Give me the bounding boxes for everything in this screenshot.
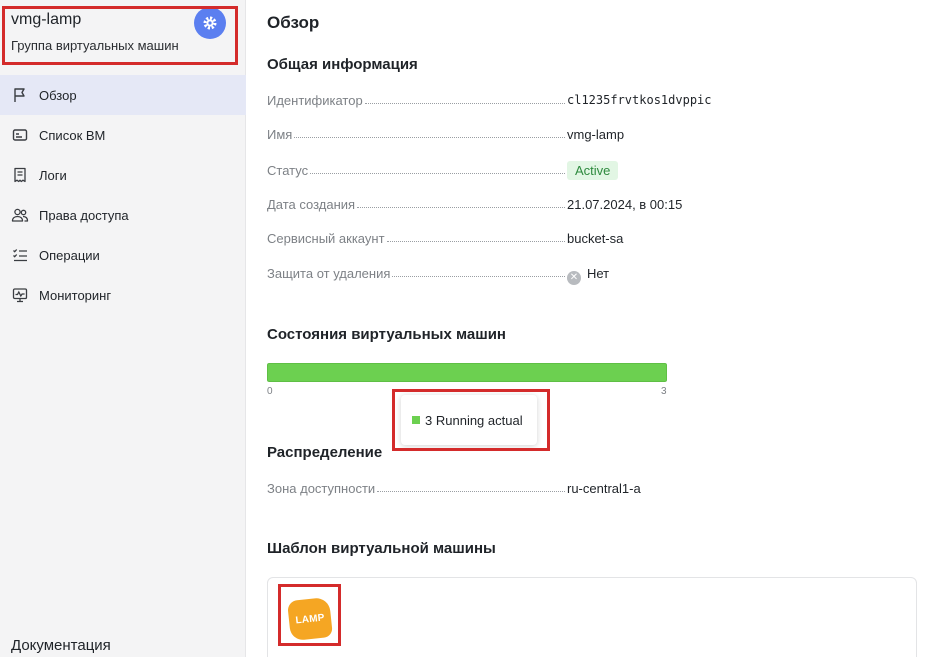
sidebar-item-label: Логи	[39, 167, 67, 183]
legend-swatch	[412, 416, 420, 424]
info-value-id: cl1235frvtkos1dvppic	[567, 93, 712, 107]
info-label: Защита от удаления	[267, 266, 391, 281]
vm-state-tooltip: 3 Running actual	[401, 395, 537, 445]
info-row-status: Статус Active	[267, 161, 727, 183]
info-label: Зона доступности	[267, 481, 376, 496]
info-value-protection: Нет	[587, 266, 610, 281]
sidebar-item-label: Права доступа	[39, 207, 129, 223]
sidebar-item-monitoring[interactable]: Мониторинг	[0, 275, 246, 315]
status-badge: Active	[567, 161, 619, 180]
resource-title: vmg-lamp	[11, 11, 82, 28]
vm-template-title: Шаблон виртуальной машины	[267, 540, 496, 557]
info-label: Статус	[267, 163, 309, 178]
logs-icon	[11, 166, 29, 184]
info-value-name: vmg-lamp	[567, 127, 625, 142]
axis-max-label: 3	[661, 386, 667, 397]
distribution-title: Распределение	[267, 444, 383, 461]
info-row-created: Дата создания 21.07.2024, в 00:15	[267, 197, 727, 217]
sidebar-item-label: Список ВМ	[39, 127, 106, 143]
vm-list-icon	[11, 126, 29, 144]
info-label: Идентификатор	[267, 93, 363, 108]
info-label: Сервисный аккаунт	[267, 231, 385, 246]
monitoring-icon	[11, 286, 29, 304]
tooltip-label: Running actual	[435, 412, 523, 428]
sidebar-item-label: Обзор	[39, 87, 77, 103]
axis-min-label: 0	[267, 386, 273, 397]
sidebar-item-overview[interactable]: Обзор	[0, 75, 246, 115]
info-row-service-account: Сервисный аккаунт bucket-sa	[267, 231, 727, 251]
info-row-zone: Зона доступности ru-central1-a	[267, 481, 727, 501]
info-value-zone: ru-central1-a	[567, 481, 641, 496]
sidebar-item-access[interactable]: Права доступа	[0, 195, 246, 235]
info-row-name: Имя vmg-lamp	[267, 127, 727, 147]
sidebar-item-label: Операции	[39, 247, 100, 263]
info-row-id: Идентификатор cl1235frvtkos1dvppic	[267, 93, 727, 113]
sidebar-item-operations[interactable]: Операции	[0, 235, 246, 275]
lamp-logo[interactable]: LAMP	[287, 596, 333, 642]
general-info-title: Общая информация	[267, 56, 418, 73]
service-account-link[interactable]: bucket-sa	[567, 231, 623, 246]
tooltip-count: 3	[425, 412, 433, 428]
main-content: Обзор Общая информация Идентификатор cl1…	[267, 0, 926, 657]
gear-icon	[203, 16, 217, 30]
info-value-created: 21.07.2024, в 00:15	[567, 197, 683, 212]
sidebar-item-label: Мониторинг	[39, 287, 112, 303]
settings-button[interactable]	[194, 7, 226, 39]
documentation-link[interactable]: Документация	[11, 637, 111, 654]
bar-track	[267, 363, 667, 382]
bar-running-fill	[267, 363, 667, 382]
info-row-deletion-protection: Защита от удаления ✕ Нет	[267, 266, 727, 286]
vm-states-title: Состояния виртуальных машин	[267, 326, 506, 343]
sidebar-item-logs[interactable]: Логи	[0, 155, 246, 195]
lamp-logo-text: LAMP	[294, 612, 326, 626]
sidebar-nav: Обзор Список ВМ Логи Права доступа Опера…	[0, 75, 246, 315]
close-circle-icon: ✕	[567, 270, 581, 285]
resource-type: Группа виртуальных машин	[11, 38, 179, 53]
vm-states-bar[interactable]	[267, 363, 667, 383]
operations-icon	[11, 246, 29, 264]
app-root: vmg-lamp Группа виртуальных машин Обзор	[0, 0, 926, 657]
page-title: Обзор	[267, 13, 320, 32]
vm-template-card: LAMP	[267, 577, 917, 657]
flag-icon	[11, 86, 29, 104]
sidebar: vmg-lamp Группа виртуальных машин Обзор	[0, 0, 246, 657]
info-label: Имя	[267, 127, 293, 142]
sidebar-header: vmg-lamp Группа виртуальных машин	[0, 0, 246, 74]
users-icon	[11, 206, 29, 224]
sidebar-item-vm-list[interactable]: Список ВМ	[0, 115, 246, 155]
info-label: Дата создания	[267, 197, 356, 212]
